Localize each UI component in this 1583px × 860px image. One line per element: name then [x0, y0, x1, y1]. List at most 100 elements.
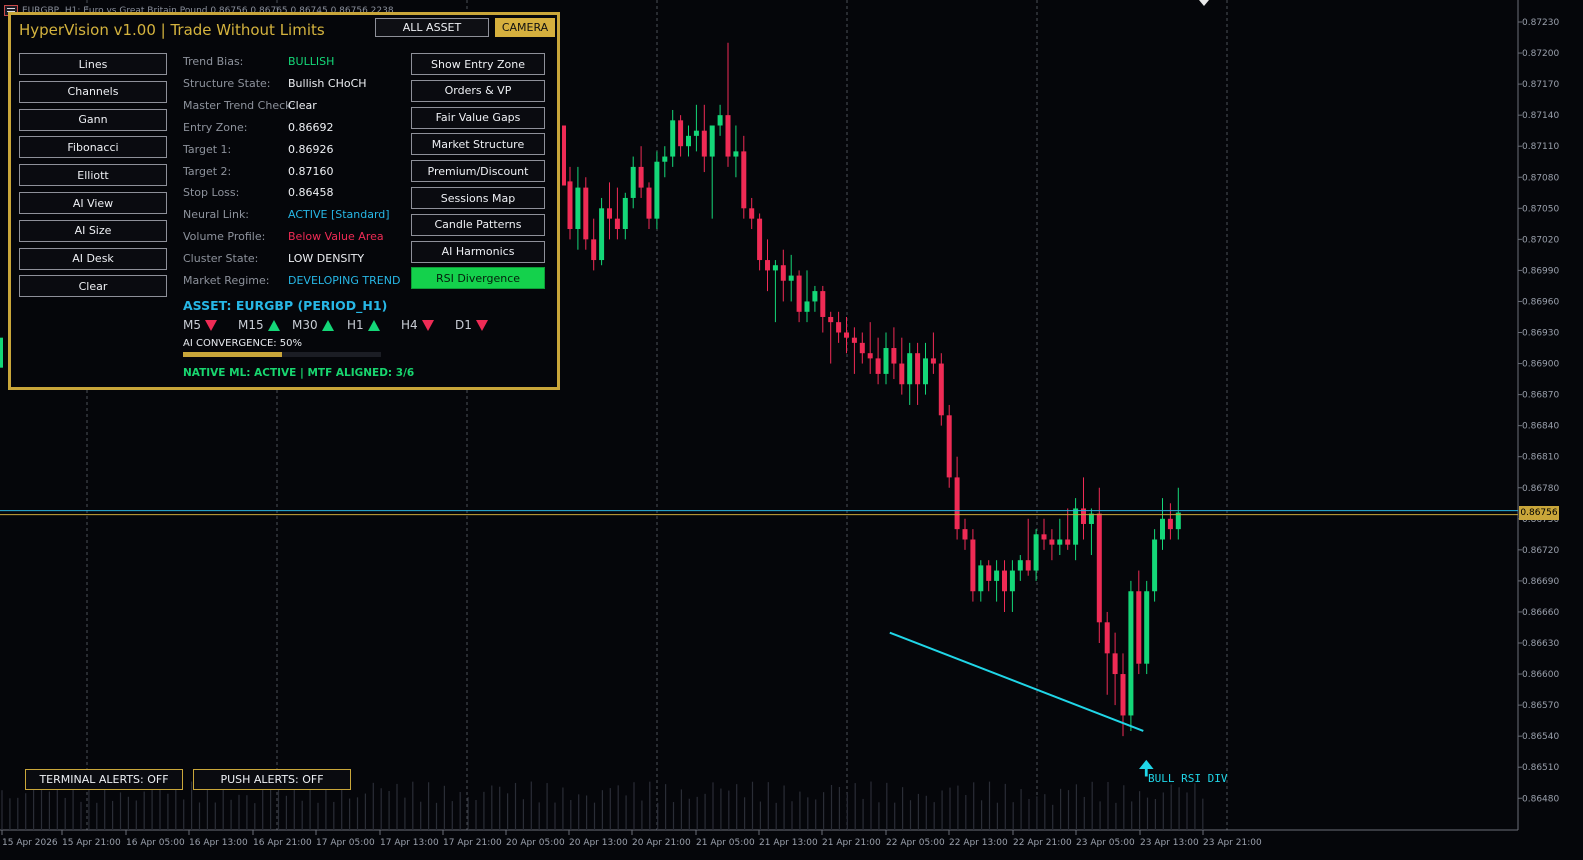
- info-label: Market Regime:: [183, 274, 270, 287]
- y-tick-label: 0.86870: [1522, 391, 1559, 401]
- info-label: Master Trend Check:: [183, 98, 296, 112]
- x-tick-label: 21 Apr 05:00: [696, 838, 755, 848]
- candle-body: [567, 181, 573, 229]
- y-tick-label: 0.86570: [1522, 701, 1559, 711]
- x-tick-label: 17 Apr 05:00: [316, 838, 375, 848]
- y-tick-label: 0.86990: [1522, 266, 1559, 276]
- candle-body: [820, 291, 826, 317]
- info-label: Neural Link:: [183, 208, 250, 222]
- button-clear[interactable]: Clear: [19, 275, 167, 298]
- button-ai-desk[interactable]: AI Desk: [19, 247, 167, 270]
- candle-body: [946, 415, 952, 478]
- info-value: Below Value Area: [288, 230, 384, 244]
- y-tick-label: 0.87110: [1522, 142, 1559, 152]
- candle-body: [562, 125, 566, 186]
- shift-marker-icon[interactable]: [1199, 0, 1209, 6]
- y-tick-label: 0.86810: [1522, 453, 1559, 463]
- button-channels[interactable]: Channels: [19, 80, 167, 103]
- timeframe-label: M15: [238, 318, 264, 332]
- info-label: Target 1:: [183, 142, 232, 156]
- y-tick-label: 0.86930: [1522, 329, 1559, 339]
- candle-body: [1096, 513, 1102, 623]
- panel-title: HyperVision v1.00 | Trade Without Limits: [19, 21, 325, 39]
- candle-body: [804, 301, 810, 312]
- terminal-alerts-button[interactable]: TERMINAL ALERTS: OFF: [25, 769, 183, 790]
- candle-body: [1167, 518, 1173, 530]
- all-asset-button[interactable]: ALL ASSET: [375, 18, 489, 37]
- y-tick-label: 0.86540: [1522, 732, 1559, 742]
- candle-body: [1002, 570, 1007, 592]
- convergence-bar: [183, 352, 381, 357]
- candle-body: [701, 130, 707, 157]
- candle-body: [733, 151, 739, 157]
- y-tick-label: 0.87080: [1522, 173, 1559, 183]
- button-market-structure[interactable]: Market Structure: [411, 133, 545, 156]
- button-elliott[interactable]: Elliott: [19, 164, 167, 187]
- button-fair-value-gaps[interactable]: Fair Value Gaps: [411, 106, 545, 129]
- current-price-tag: 0.86756: [1519, 506, 1559, 520]
- candle-body: [844, 332, 849, 338]
- push-alerts-button[interactable]: PUSH ALERTS: OFF: [193, 769, 351, 790]
- candle-body: [828, 316, 834, 323]
- y-tick-label: 0.87020: [1522, 235, 1559, 245]
- x-tick-label: 21 Apr 21:00: [822, 838, 881, 848]
- button-gann[interactable]: Gann: [19, 108, 167, 131]
- divergence-label: BULL RSI DIV: [1148, 772, 1228, 785]
- x-tick-label: 16 Apr 21:00: [253, 838, 312, 848]
- candle-body: [1088, 513, 1094, 524]
- candle-body: [599, 208, 605, 261]
- info-value: DEVELOPING TREND: [288, 274, 401, 287]
- button-ai-harmonics[interactable]: AI Harmonics: [411, 240, 545, 263]
- candle-body: [938, 363, 944, 416]
- info-label: Cluster State:: [183, 252, 259, 266]
- y-tick-label: 0.86510: [1522, 763, 1559, 773]
- x-tick-label: 22 Apr 21:00: [1013, 838, 1072, 848]
- info-value: BULLISH: [288, 55, 335, 68]
- candle-body: [0, 337, 3, 368]
- y-tick-label: 0.86780: [1522, 484, 1559, 494]
- asset-label: ASSET: EURGBP (PERIOD_H1): [183, 298, 388, 313]
- candle-body: [622, 197, 628, 229]
- button-lines[interactable]: Lines: [19, 53, 167, 75]
- candle-body: [607, 208, 612, 219]
- candle-body: [614, 218, 620, 229]
- arrow-down-icon: [475, 320, 488, 331]
- button-orders-vp[interactable]: Orders & VP: [411, 79, 545, 102]
- button-show-entry-zone[interactable]: Show Entry Zone: [411, 53, 545, 75]
- candle-body: [1041, 534, 1047, 540]
- x-tick-label: 20 Apr 05:00: [506, 838, 565, 848]
- y-tick-label: 0.86660: [1522, 608, 1559, 618]
- candle-body: [686, 135, 691, 147]
- button-sessions-map[interactable]: Sessions Map: [411, 187, 545, 209]
- candle-body: [1065, 539, 1071, 545]
- info-label: Volume Profile:: [183, 230, 266, 244]
- button-candle-patterns[interactable]: Candle Patterns: [411, 213, 545, 236]
- button-fibonacci[interactable]: Fibonacci: [19, 136, 167, 159]
- y-tick-label: 0.87200: [1522, 49, 1559, 59]
- y-tick-label: 0.87050: [1522, 204, 1559, 214]
- candle-body: [591, 239, 597, 261]
- info-label: Stop Loss:: [183, 186, 240, 200]
- candle-body: [978, 565, 984, 592]
- candle-body: [954, 477, 960, 530]
- candle-body: [1009, 570, 1015, 592]
- candle-body: [1017, 560, 1023, 571]
- button-ai-view[interactable]: AI View: [19, 192, 167, 214]
- timeframe-label: H1: [347, 318, 364, 332]
- camera-button[interactable]: CAMERA: [495, 18, 555, 37]
- timeframe-m5: M5: [183, 318, 217, 332]
- button-ai-size[interactable]: AI Size: [19, 219, 167, 242]
- candle-body: [741, 151, 747, 209]
- button-rsi-divergence[interactable]: RSI Divergence: [411, 267, 545, 290]
- arrow-down-icon: [205, 320, 217, 331]
- candle-body: [1073, 508, 1079, 545]
- x-tick-label: 21 Apr 13:00: [759, 838, 818, 848]
- candle-body: [891, 348, 897, 364]
- button-premium-discount[interactable]: Premium/Discount: [411, 160, 545, 183]
- candle-body: [930, 358, 936, 364]
- candle-body: [693, 130, 699, 136]
- candle-body: [575, 187, 581, 229]
- candle-body: [1025, 560, 1031, 571]
- info-value: Bullish CHoCH: [288, 76, 367, 90]
- candle-body: [851, 337, 857, 343]
